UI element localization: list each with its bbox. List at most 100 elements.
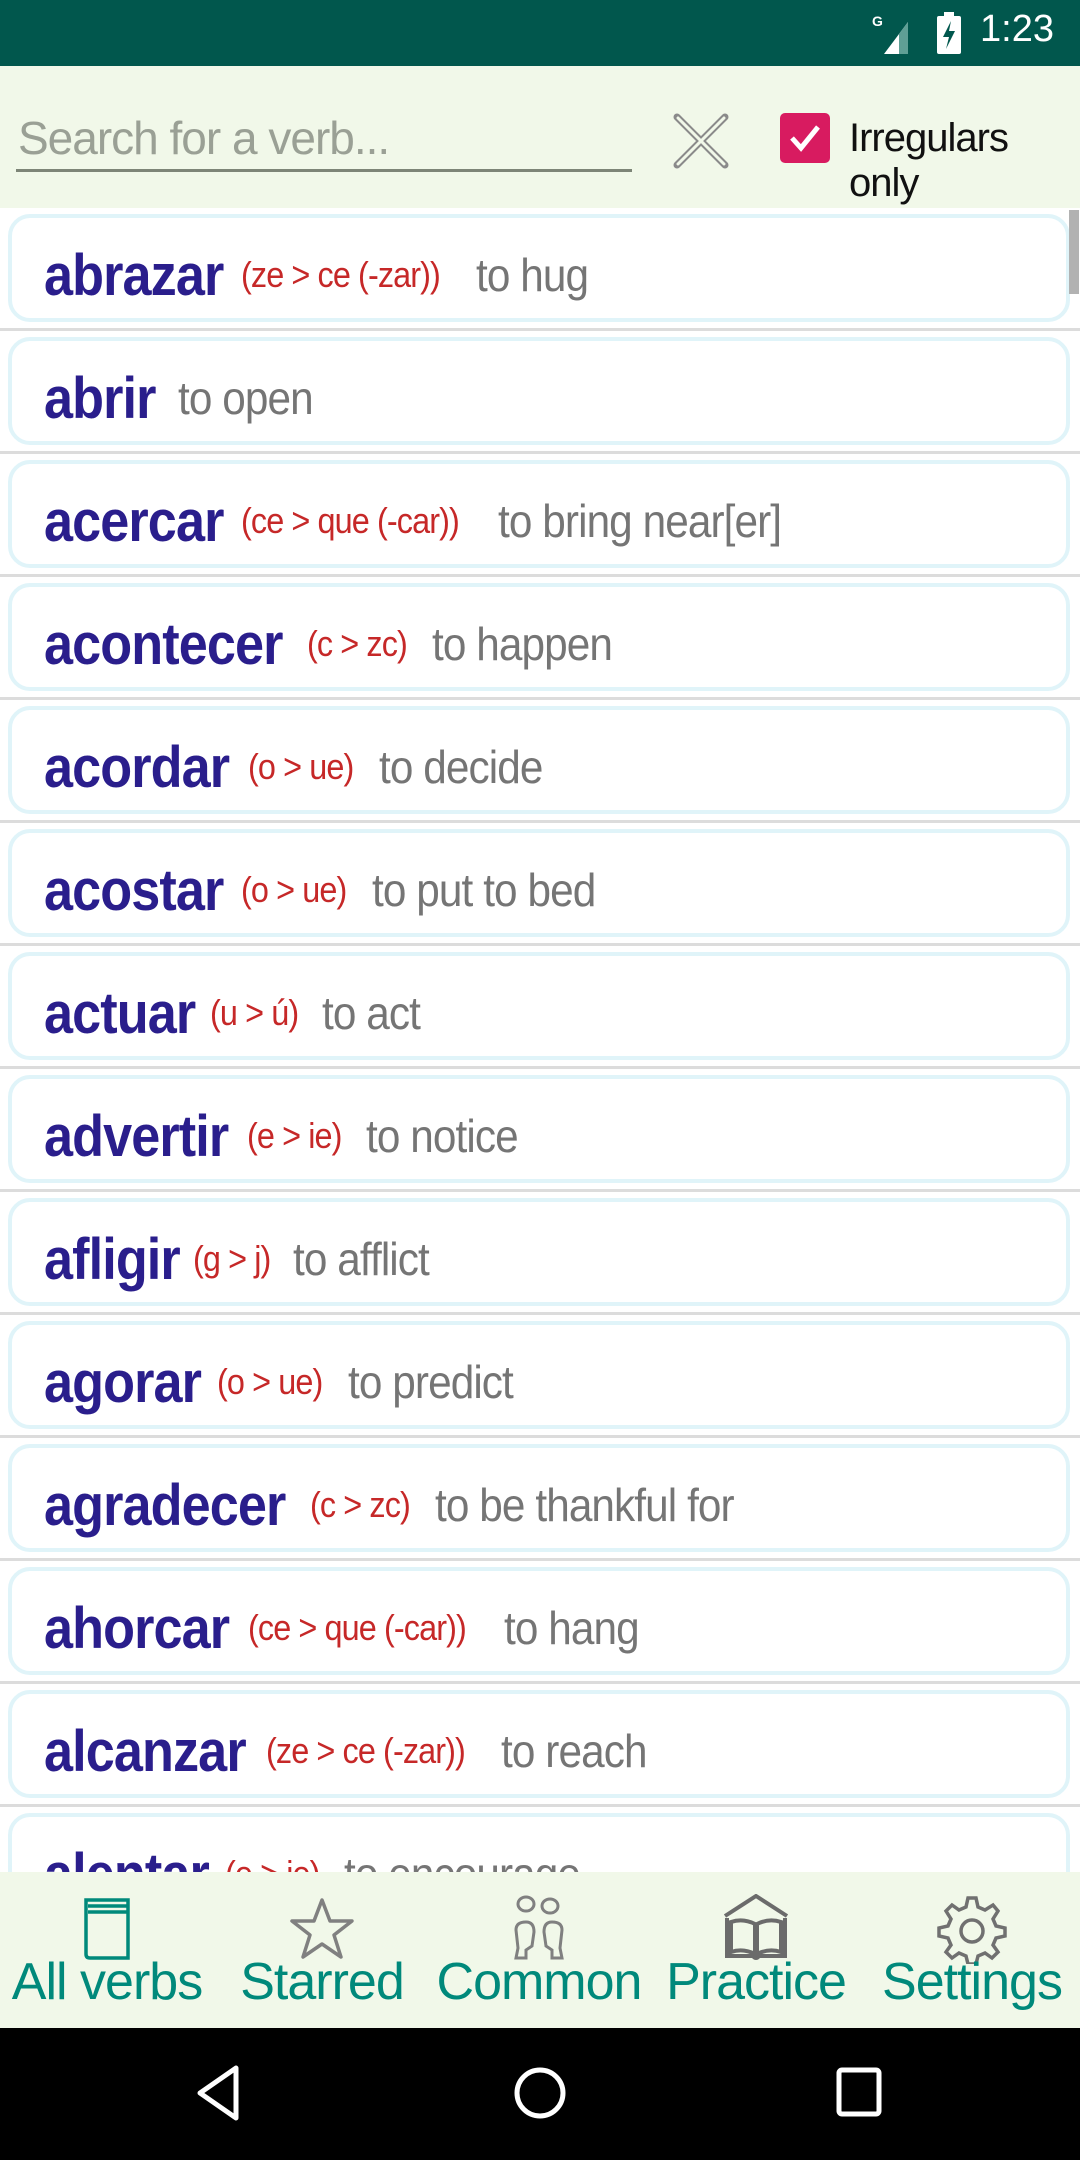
- verb-irregularity: (o > ue): [241, 869, 347, 910]
- verb-irregularity: (ze > ce (-zar)): [266, 1730, 466, 1771]
- verb-meaning: to afflict: [292, 1233, 430, 1285]
- verb-irregularity: (ze > ce (-zar)): [241, 254, 441, 295]
- verb-list-item: acercar (ce > que (-car)) to bring near[…: [0, 454, 1080, 577]
- verb-meaning: to act: [322, 987, 421, 1039]
- verb-card[interactable]: actuar (u > ú) to act: [8, 952, 1070, 1060]
- verb-card[interactable]: alentar (e > ie) to encourage: [8, 1813, 1070, 1872]
- verb-list-item: actuar (u > ú) to act: [0, 946, 1080, 1069]
- clear-search-button[interactable]: [670, 110, 732, 172]
- verb-infinitive: acostar: [44, 857, 224, 923]
- nav-all-verbs-label: All verbs: [11, 1953, 203, 2011]
- search-input[interactable]: [16, 106, 632, 172]
- verb-irregularity: (ce > que (-car)): [241, 500, 460, 541]
- verb-infinitive: alentar: [44, 1841, 210, 1873]
- verb-list-item: afligir (g > j) to afflict: [0, 1192, 1080, 1315]
- verb-card[interactable]: acostar (o > ue) to put to bed: [8, 829, 1070, 937]
- verb-meaning: to be thankful for: [435, 1479, 735, 1531]
- verb-card[interactable]: ahorcar (ce > que (-car)) to hang: [8, 1567, 1070, 1675]
- verb-list-item: abrir to open: [0, 331, 1080, 454]
- verb-list-item: agradecer (c > zc) to be thankful for: [0, 1438, 1080, 1561]
- verb-irregularity: (u > ú): [210, 992, 299, 1033]
- verb-irregularity: (o > ue): [216, 1361, 323, 1402]
- verb-irregularity: (e > ie): [246, 1115, 342, 1156]
- status-bar: G 1:23: [0, 0, 1080, 66]
- verb-list-item: acordar (o > ue) to decide: [0, 700, 1080, 823]
- verb-list-item: abrazar (ze > ce (-zar)) to hug: [0, 208, 1080, 331]
- verb-infinitive: abrazar: [44, 242, 224, 308]
- nav-practice[interactable]: Practice: [648, 1872, 864, 2028]
- verb-list-item: alcanzar (ze > ce (-zar)) to reach: [0, 1684, 1080, 1807]
- verb-meaning: to decide: [378, 741, 543, 793]
- verb-irregularity: (c > zc): [310, 1484, 411, 1525]
- signal-icon: G: [872, 13, 908, 54]
- verb-meaning: to hug: [476, 249, 589, 301]
- verb-irregularity: (ce > que (-car)): [247, 1607, 467, 1648]
- verb-list-item: advertir (e > ie) to notice: [0, 1069, 1080, 1192]
- recents-button[interactable]: [825, 2058, 895, 2128]
- verb-infinitive: afligir: [44, 1226, 181, 1292]
- verb-card[interactable]: acercar (ce > que (-car)) to bring near[…: [8, 460, 1070, 568]
- verb-card[interactable]: advertir (e > ie) to notice: [8, 1075, 1070, 1183]
- verb-list-item: acontecer (c > zc) to happen: [0, 577, 1080, 700]
- nav-starred-label: Starred: [240, 1953, 405, 2011]
- verb-infinitive: acordar: [44, 734, 230, 800]
- bottom-navigation: All verbs Starred Common Practice Settin…: [0, 1872, 1080, 2028]
- verb-meaning: to encourage: [344, 1847, 581, 1872]
- verb-meaning: to predict: [347, 1356, 514, 1408]
- verb-card[interactable]: acordar (o > ue) to decide: [8, 706, 1070, 814]
- verb-card[interactable]: agradecer (c > zc) to be thankful for: [8, 1444, 1070, 1552]
- verb-infinitive: acontecer: [44, 611, 283, 677]
- clock: 1:23: [980, 8, 1054, 50]
- nav-common-label: Common: [436, 1953, 643, 2011]
- verb-infinitive: ahorcar: [44, 1595, 230, 1661]
- verb-meaning: to hang: [503, 1602, 640, 1654]
- irregulars-only-label[interactable]: Irregulars only: [849, 116, 1080, 206]
- verb-infinitive: alcanzar: [44, 1718, 247, 1784]
- checkmark-icon: [790, 125, 820, 152]
- home-button[interactable]: [505, 2058, 575, 2128]
- verb-meaning: to put to bed: [372, 864, 596, 916]
- verb-infinitive: advertir: [44, 1103, 229, 1169]
- nav-starred[interactable]: Starred: [214, 1872, 430, 2028]
- verb-infinitive: abrir: [44, 365, 156, 431]
- verb-irregularity: (o > ue): [247, 746, 354, 787]
- close-icon: [673, 113, 729, 169]
- nav-settings-label: Settings: [882, 1953, 1063, 2011]
- verb-infinitive: acercar: [44, 488, 224, 554]
- recents-icon: [836, 2067, 882, 2117]
- verb-card[interactable]: afligir (g > j) to afflict: [8, 1198, 1070, 1306]
- verb-list-item: agorar (o > ue) to predict: [0, 1315, 1080, 1438]
- home-icon: [514, 2067, 566, 2119]
- nav-all-verbs[interactable]: All verbs: [0, 1872, 214, 2028]
- network-type-label: G: [872, 13, 883, 29]
- verb-infinitive: agradecer: [44, 1472, 286, 1538]
- verb-list-item: acostar (o > ue) to put to bed: [0, 823, 1080, 946]
- verb-irregularity: (c > zc): [307, 623, 408, 664]
- nav-practice-label: Practice: [666, 1953, 847, 2011]
- verb-meaning: to notice: [365, 1110, 519, 1162]
- verb-infinitive: actuar: [44, 980, 196, 1046]
- verb-card[interactable]: acontecer (c > zc) to happen: [8, 583, 1070, 691]
- verb-meaning: to bring near[er]: [497, 495, 782, 547]
- nav-common[interactable]: Common: [430, 1872, 648, 2028]
- verb-list-item: ahorcar (ce > que (-car)) to hang: [0, 1561, 1080, 1684]
- verb-meaning: to happen: [432, 618, 613, 670]
- verb-meaning: to reach: [501, 1725, 647, 1777]
- verb-irregularity: (g > j): [192, 1238, 271, 1279]
- verb-card[interactable]: alcanzar (ze > ce (-zar)) to reach: [8, 1690, 1070, 1798]
- verb-card[interactable]: abrir to open: [8, 337, 1070, 445]
- search-header: Irregulars only: [0, 66, 1080, 208]
- battery-charging-icon: [937, 12, 961, 54]
- irregulars-only-checkbox[interactable]: [780, 113, 830, 163]
- verb-meaning: to open: [177, 372, 314, 424]
- back-button[interactable]: [186, 2058, 256, 2128]
- nav-settings[interactable]: Settings: [864, 1872, 1080, 2028]
- back-icon: [197, 2065, 239, 2121]
- verb-list-item: alentar (e > ie) to encourage: [0, 1807, 1080, 1872]
- list-scrollbar[interactable]: [1069, 210, 1079, 294]
- verb-card[interactable]: agorar (o > ue) to predict: [8, 1321, 1070, 1429]
- verb-infinitive: agorar: [44, 1349, 202, 1415]
- verb-irregularity: (e > ie): [225, 1853, 320, 1872]
- verb-card[interactable]: abrazar (ze > ce (-zar)) to hug: [8, 214, 1070, 322]
- verb-list[interactable]: abrazar (ze > ce (-zar)) to hug abrir to…: [0, 208, 1080, 1872]
